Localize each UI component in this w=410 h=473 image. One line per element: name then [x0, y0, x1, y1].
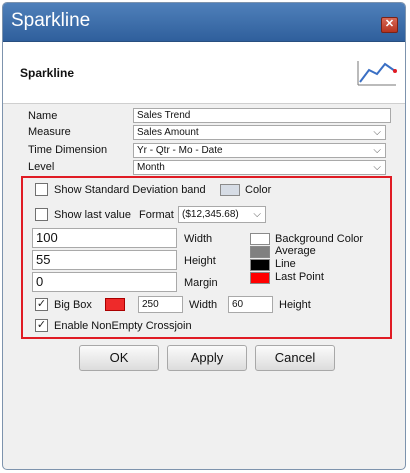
format-select-value: ($12,345.68)	[182, 209, 239, 220]
sparkline-chart-icon	[357, 61, 397, 86]
big-box-width-label: Width	[189, 299, 218, 311]
nonempty-crossjoin-checkbox[interactable]: ✓	[35, 319, 48, 332]
measure-select-value: Sales Amount	[137, 127, 199, 138]
chevron-down-icon: ⌵	[253, 209, 261, 220]
format-label: Format	[139, 209, 174, 221]
apply-button[interactable]: Apply	[167, 345, 247, 371]
name-input[interactable]: Sales Trend	[133, 108, 391, 123]
average-color-swatch[interactable]	[250, 246, 270, 258]
sparkline-options-group: Show Standard Deviation band Color Show …	[21, 176, 392, 339]
big-box-width-input[interactable]: 250	[138, 296, 183, 313]
header-title: Sparkline	[20, 66, 75, 80]
big-box-height-input[interactable]: 60	[228, 296, 273, 313]
margin-input[interactable]: 0	[32, 272, 177, 292]
time-dimension-select-value: Yr - Qtr - Mo - Date	[137, 145, 223, 156]
line-label: Line	[275, 258, 296, 270]
line-color-swatch[interactable]	[250, 259, 270, 271]
level-select-value: Month	[137, 162, 165, 173]
last-point-color-swatch[interactable]	[250, 272, 270, 284]
width-label: Width	[184, 233, 213, 245]
dialog-header: Sparkline	[3, 42, 405, 104]
background-color-swatch[interactable]	[250, 233, 270, 245]
chevron-down-icon: ⌵	[373, 162, 381, 173]
nonempty-crossjoin-label: Enable NonEmpty Crossjoin	[54, 320, 192, 332]
big-box-height-label: Height	[279, 299, 311, 311]
color-label: Color	[245, 184, 272, 196]
big-box-color-swatch[interactable]	[105, 298, 125, 311]
std-dev-checkbox[interactable]	[35, 183, 48, 196]
close-button[interactable]: ✕	[381, 17, 398, 33]
show-last-value-checkbox[interactable]	[35, 208, 48, 221]
chevron-down-icon: ⌵	[373, 127, 381, 138]
format-select[interactable]: ($12,345.68) ⌵	[178, 206, 266, 223]
ok-button[interactable]: OK	[79, 345, 159, 371]
cancel-button[interactable]: Cancel	[255, 345, 335, 371]
last-point-label: Last Point	[275, 271, 324, 283]
average-label: Average	[275, 245, 316, 257]
width-input[interactable]: 100	[32, 228, 177, 248]
sparkline-dialog: Sparkline ✕ Sparkline Name Sales Trend M…	[2, 2, 406, 470]
measure-select[interactable]: Sales Amount ⌵	[133, 125, 386, 140]
level-label: Level	[28, 161, 55, 173]
time-dimension-label: Time Dimension	[28, 144, 108, 156]
margin-label: Margin	[184, 277, 218, 289]
std-dev-color-swatch[interactable]	[220, 184, 240, 196]
big-box-label: Big Box	[54, 299, 92, 311]
level-select[interactable]: Month ⌵	[133, 160, 386, 175]
height-label: Height	[184, 255, 216, 267]
chevron-down-icon: ⌵	[373, 145, 381, 156]
show-last-value-label: Show last value	[54, 209, 132, 221]
title-bar[interactable]: Sparkline ✕	[3, 3, 405, 42]
window-title: Sparkline	[11, 10, 91, 31]
big-box-checkbox[interactable]: ✓	[35, 298, 48, 311]
height-input[interactable]: 55	[32, 250, 177, 270]
background-color-label: Background Color	[275, 233, 364, 245]
time-dimension-select[interactable]: Yr - Qtr - Mo - Date ⌵	[133, 143, 386, 158]
name-label: Name	[28, 110, 58, 122]
measure-label: Measure	[28, 126, 71, 138]
std-dev-label: Show Standard Deviation band	[54, 184, 206, 196]
